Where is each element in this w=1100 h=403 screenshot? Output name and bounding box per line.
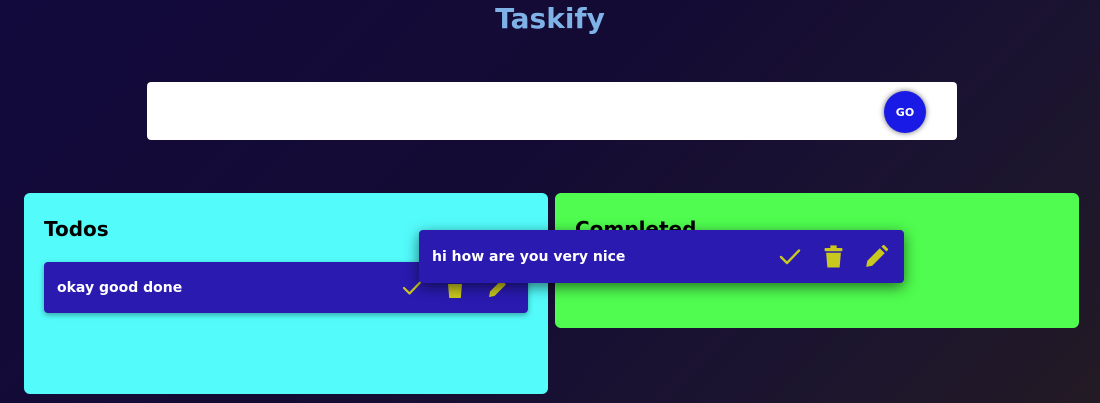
pencil-icon[interactable]: [864, 244, 888, 269]
task-text: hi how are you very nice: [432, 248, 626, 265]
go-button[interactable]: GO: [884, 91, 926, 133]
todos-heading: Todos: [44, 217, 109, 241]
trash-icon[interactable]: [821, 244, 845, 269]
dragging-task-card[interactable]: hi how are you very nice: [419, 230, 904, 283]
task-input-form: GO: [147, 82, 957, 140]
task-actions: [759, 244, 888, 269]
task-input[interactable]: [147, 82, 867, 140]
app-title: Taskify: [495, 2, 605, 35]
check-icon[interactable]: [778, 245, 802, 269]
task-text: okay good done: [57, 279, 183, 296]
